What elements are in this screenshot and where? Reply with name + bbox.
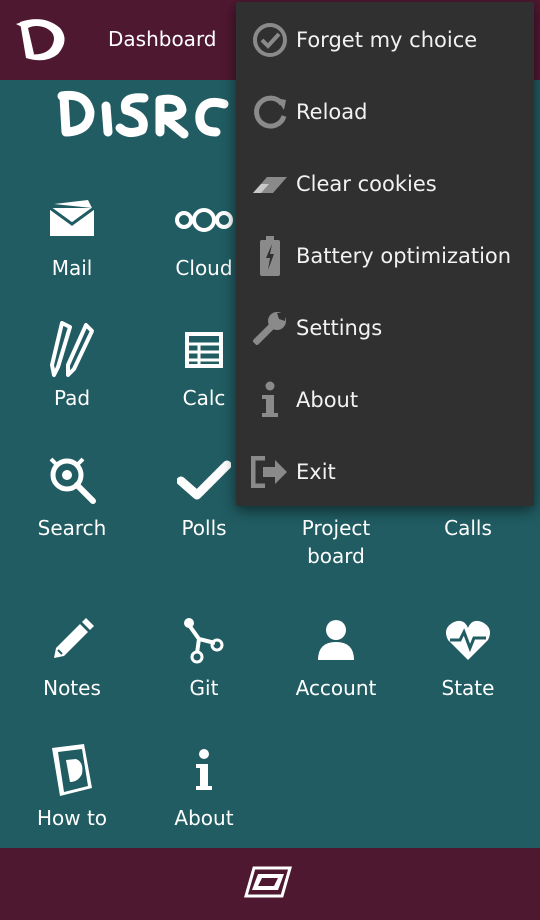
account-icon <box>318 620 354 660</box>
menu-item-label: Exit <box>296 460 336 484</box>
tile-search[interactable]: Search <box>6 450 138 542</box>
about-icon <box>196 749 212 790</box>
tile-how-to[interactable]: How to <box>6 740 138 832</box>
tile-notes[interactable]: Notes <box>6 610 138 702</box>
search-icon <box>49 457 96 504</box>
wrench-icon <box>253 312 286 345</box>
tile-label: Notes <box>43 676 101 700</box>
battery-icon <box>260 236 280 276</box>
menu-item-label: Battery optimization <box>296 244 512 268</box>
app-footer-logo-icon[interactable] <box>244 862 294 902</box>
tile-label: Account <box>295 676 377 700</box>
overflow-menu: Forget my choice Reload Clear cookies Ba… <box>236 2 534 506</box>
page-title[interactable]: Dashboard <box>108 27 217 51</box>
tile-git[interactable]: Git <box>138 610 270 702</box>
notes-icon <box>54 618 94 658</box>
tile-label: About <box>174 806 234 830</box>
tile-label: Search <box>37 516 107 540</box>
menu-item-clear-cookies[interactable]: Clear cookies <box>236 148 534 220</box>
menu-item-forget-my-choice[interactable]: Forget my choice <box>236 4 534 76</box>
menu-item-reload[interactable]: Reload <box>236 76 534 148</box>
menu-item-settings[interactable]: Settings <box>236 292 534 364</box>
check-circle-icon <box>253 23 287 57</box>
mail-icon <box>49 200 95 236</box>
tile-label: Project board <box>301 516 371 568</box>
menu-item-label: Clear cookies <box>296 172 437 196</box>
tile-label: How to <box>36 806 108 830</box>
tile-label: State <box>441 676 495 700</box>
tile-label: Mail <box>51 256 93 280</box>
menu-item-label: Reload <box>296 100 368 124</box>
tile-state[interactable]: State <box>402 610 534 702</box>
tile-label: Pad <box>53 386 91 410</box>
state-icon <box>446 620 490 660</box>
tile-label: Git <box>189 676 219 700</box>
menu-item-label: Settings <box>296 316 383 340</box>
menu-item-label: About <box>296 388 359 412</box>
reload-icon <box>254 95 287 129</box>
cloud-icon <box>175 208 233 232</box>
disroot-d-logo-icon[interactable] <box>14 14 70 64</box>
menu-item-battery-optimization[interactable]: Battery optimization <box>236 220 534 292</box>
tile-pad[interactable]: Pad <box>6 320 138 412</box>
tile-account[interactable]: Account <box>270 610 402 702</box>
git-icon <box>184 618 224 664</box>
menu-item-about[interactable]: About <box>236 364 534 436</box>
how-to-icon <box>52 744 92 796</box>
pad-icon <box>50 321 94 377</box>
menu-item-label: Forget my choice <box>296 28 478 52</box>
polls-icon <box>177 460 231 500</box>
tile-label: Polls <box>181 516 227 540</box>
exit-icon <box>251 456 287 488</box>
eraser-icon <box>253 177 287 193</box>
menu-item-exit[interactable]: Exit <box>236 436 534 508</box>
disroot-brand-logo <box>56 84 256 144</box>
calc-icon <box>185 332 223 368</box>
tile-mail[interactable]: Mail <box>6 190 138 282</box>
tile-label: Calls <box>444 516 492 540</box>
info-icon <box>262 381 278 417</box>
tile-about[interactable]: About <box>138 740 270 832</box>
